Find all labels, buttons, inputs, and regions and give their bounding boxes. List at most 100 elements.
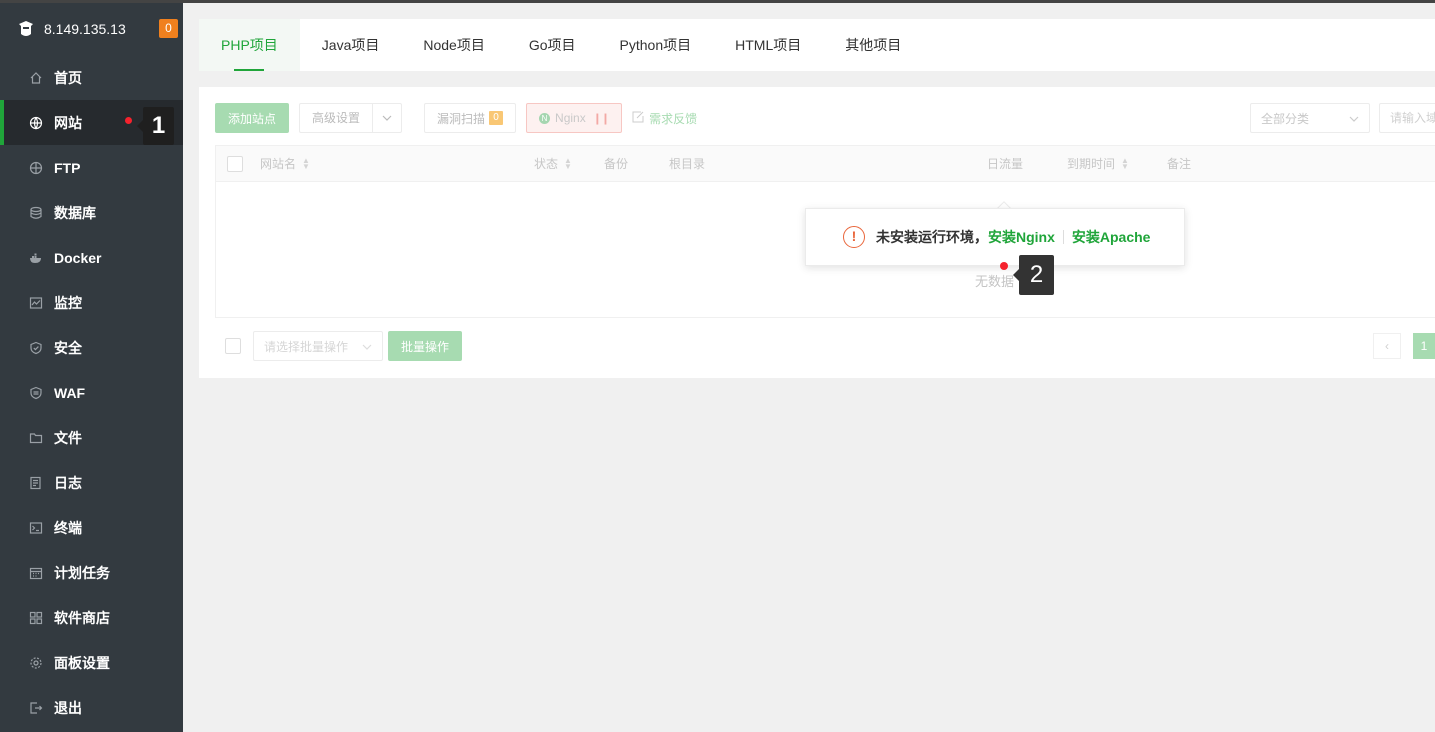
column-expiry[interactable]: 到期时间 ▲ ▼ bbox=[1067, 146, 1129, 182]
marker-label-1: 1 bbox=[137, 107, 174, 145]
apps-icon bbox=[29, 611, 43, 625]
category-select[interactable]: 全部分类 bbox=[1250, 103, 1370, 133]
tab-other[interactable]: 其他项目 bbox=[823, 19, 923, 71]
tab-html[interactable]: HTML项目 bbox=[713, 19, 823, 71]
chevron-down-icon bbox=[1349, 111, 1359, 125]
column-label: 根目录 bbox=[669, 157, 706, 171]
sidebar-item-home[interactable]: 首页 bbox=[0, 55, 183, 100]
docker-icon bbox=[29, 251, 43, 265]
sidebar-item-label: 退出 bbox=[54, 699, 82, 716]
panel-logo-icon bbox=[17, 20, 35, 38]
sidebar-item-logout[interactable]: 退出 bbox=[0, 685, 183, 730]
tab-python[interactable]: Python项目 bbox=[598, 19, 714, 71]
install-nginx-link[interactable]: 安装Nginx bbox=[988, 227, 1055, 247]
warning-icon: ! bbox=[843, 226, 865, 248]
sidebar-item-files[interactable]: 文件 bbox=[0, 415, 183, 460]
toolbar: 添加站点 高级设置 漏洞扫描 0 N Nginx ❙❙ 需求反馈 bbox=[215, 103, 697, 133]
add-site-button[interactable]: 添加站点 bbox=[215, 103, 289, 133]
pause-icon: ❙❙ bbox=[592, 112, 610, 125]
nginx-label: Nginx bbox=[555, 111, 586, 125]
chevron-down-icon[interactable] bbox=[373, 115, 401, 121]
sidebar-item-label: Docker bbox=[54, 249, 102, 266]
calendar-icon bbox=[29, 566, 43, 580]
tab-php[interactable]: PHP项目 bbox=[199, 19, 300, 71]
globe-icon bbox=[29, 116, 43, 130]
sidebar-item-waf[interactable]: WAF bbox=[0, 370, 183, 415]
vuln-count-badge: 0 bbox=[489, 111, 504, 125]
sidebar-item-label: 软件商店 bbox=[54, 609, 110, 626]
marker-label-2: 2 bbox=[1013, 255, 1054, 295]
terminal-icon bbox=[29, 521, 43, 535]
sidebar-item-terminal[interactable]: 终端 bbox=[0, 505, 183, 550]
message-count-badge[interactable]: 0 bbox=[159, 19, 178, 38]
prev-page-button[interactable]: ‹ bbox=[1373, 333, 1401, 359]
column-root: 根目录 bbox=[669, 146, 705, 182]
column-site-name[interactable]: 网站名 ▲ ▼ bbox=[260, 146, 310, 182]
alert-message: 未安装运行环境， bbox=[876, 229, 988, 245]
database-icon bbox=[29, 206, 43, 220]
tab-node[interactable]: Node项目 bbox=[401, 19, 506, 71]
sidebar-item-website[interactable]: 网站 1 bbox=[0, 100, 183, 145]
advanced-settings-button[interactable]: 高级设置 bbox=[299, 103, 403, 133]
sidebar-item-docker[interactable]: Docker bbox=[0, 235, 183, 280]
batch-bar: 请选择批量操作 批量操作 bbox=[225, 331, 462, 361]
sidebar-item-label: 监控 bbox=[54, 294, 82, 311]
sidebar-item-label: WAF bbox=[54, 384, 86, 401]
batch-checkbox[interactable] bbox=[225, 338, 241, 354]
edit-icon bbox=[632, 111, 644, 126]
column-status[interactable]: 状态 ▲ ▼ bbox=[534, 146, 572, 182]
log-icon bbox=[29, 476, 43, 490]
sidebar-item-store[interactable]: 软件商店 bbox=[0, 595, 183, 640]
install-env-alert: ! 未安装运行环境， 安装Nginx 安装Apache bbox=[805, 208, 1185, 266]
install-apache-link[interactable]: 安装Apache bbox=[1072, 227, 1151, 247]
tab-go[interactable]: Go项目 bbox=[507, 19, 598, 71]
sidebar-item-label: 文件 bbox=[54, 429, 82, 446]
sort-icon: ▲ ▼ bbox=[302, 156, 310, 171]
tab-java[interactable]: Java项目 bbox=[300, 19, 402, 71]
server-header[interactable]: 8.149.135.13 0 bbox=[0, 3, 183, 55]
sidebar-item-settings[interactable]: 面板设置 bbox=[0, 640, 183, 685]
current-page-button[interactable]: 1 bbox=[1413, 333, 1435, 359]
project-tabs: PHP项目 Java项目 Node项目 Go项目 Python项目 HTML项目… bbox=[199, 19, 1435, 71]
sidebar-item-label: 终端 bbox=[54, 519, 82, 536]
search-input[interactable] bbox=[1379, 103, 1435, 133]
feedback-label: 需求反馈 bbox=[649, 111, 698, 126]
vuln-scan-button[interactable]: 漏洞扫描 0 bbox=[424, 103, 517, 133]
sidebar-item-logs[interactable]: 日志 bbox=[0, 460, 183, 505]
home-icon bbox=[29, 71, 43, 85]
logout-icon bbox=[29, 701, 43, 715]
sidebar-item-monitor[interactable]: 监控 bbox=[0, 280, 183, 325]
column-backup: 备份 bbox=[604, 146, 628, 182]
sort-icon: ▲ ▼ bbox=[1121, 156, 1129, 171]
server-ip: 8.149.135.13 bbox=[44, 21, 126, 37]
feedback-link[interactable]: 需求反馈 bbox=[632, 110, 697, 127]
table-header: 网站名 ▲ ▼ 状态 ▲ ▼ 备份 根目录 日流量 到期时间 ▲ ▼ 备注 bbox=[216, 146, 1435, 182]
column-traffic: 日流量 bbox=[987, 146, 1023, 182]
sidebar-item-label: 网站 bbox=[54, 114, 82, 131]
sidebar-item-cron[interactable]: 计划任务 bbox=[0, 550, 183, 595]
monitor-icon bbox=[29, 296, 43, 310]
nginx-status-button[interactable]: N Nginx ❙❙ bbox=[526, 103, 623, 133]
sidebar-item-label: 首页 bbox=[54, 69, 82, 86]
batch-select-value: 请选择批量操作 bbox=[264, 339, 349, 354]
batch-action-button[interactable]: 批量操作 bbox=[388, 331, 462, 361]
select-all-checkbox[interactable] bbox=[227, 156, 243, 172]
sidebar-item-label: 安全 bbox=[54, 339, 82, 356]
sidebar-item-label: 面板设置 bbox=[54, 654, 110, 671]
sidebar-item-ftp[interactable]: FTP bbox=[0, 145, 183, 190]
ftp-icon bbox=[29, 161, 43, 175]
sidebar-item-security[interactable]: 安全 bbox=[0, 325, 183, 370]
batch-select[interactable]: 请选择批量操作 bbox=[253, 331, 383, 361]
column-label: 备份 bbox=[604, 157, 629, 171]
column-label: 日流量 bbox=[987, 157, 1024, 171]
sidebar-item-label: 数据库 bbox=[54, 204, 96, 221]
top-border bbox=[0, 0, 1435, 3]
chevron-down-icon bbox=[362, 339, 372, 353]
column-label: 到期时间 bbox=[1067, 157, 1116, 171]
column-label: 状态 bbox=[534, 157, 559, 171]
category-value: 全部分类 bbox=[1261, 111, 1310, 126]
waf-icon bbox=[29, 386, 43, 400]
sidebar-item-database[interactable]: 数据库 bbox=[0, 190, 183, 235]
chevron-left-icon: ‹ bbox=[1385, 339, 1389, 353]
sidebar-item-label: 计划任务 bbox=[54, 564, 110, 581]
